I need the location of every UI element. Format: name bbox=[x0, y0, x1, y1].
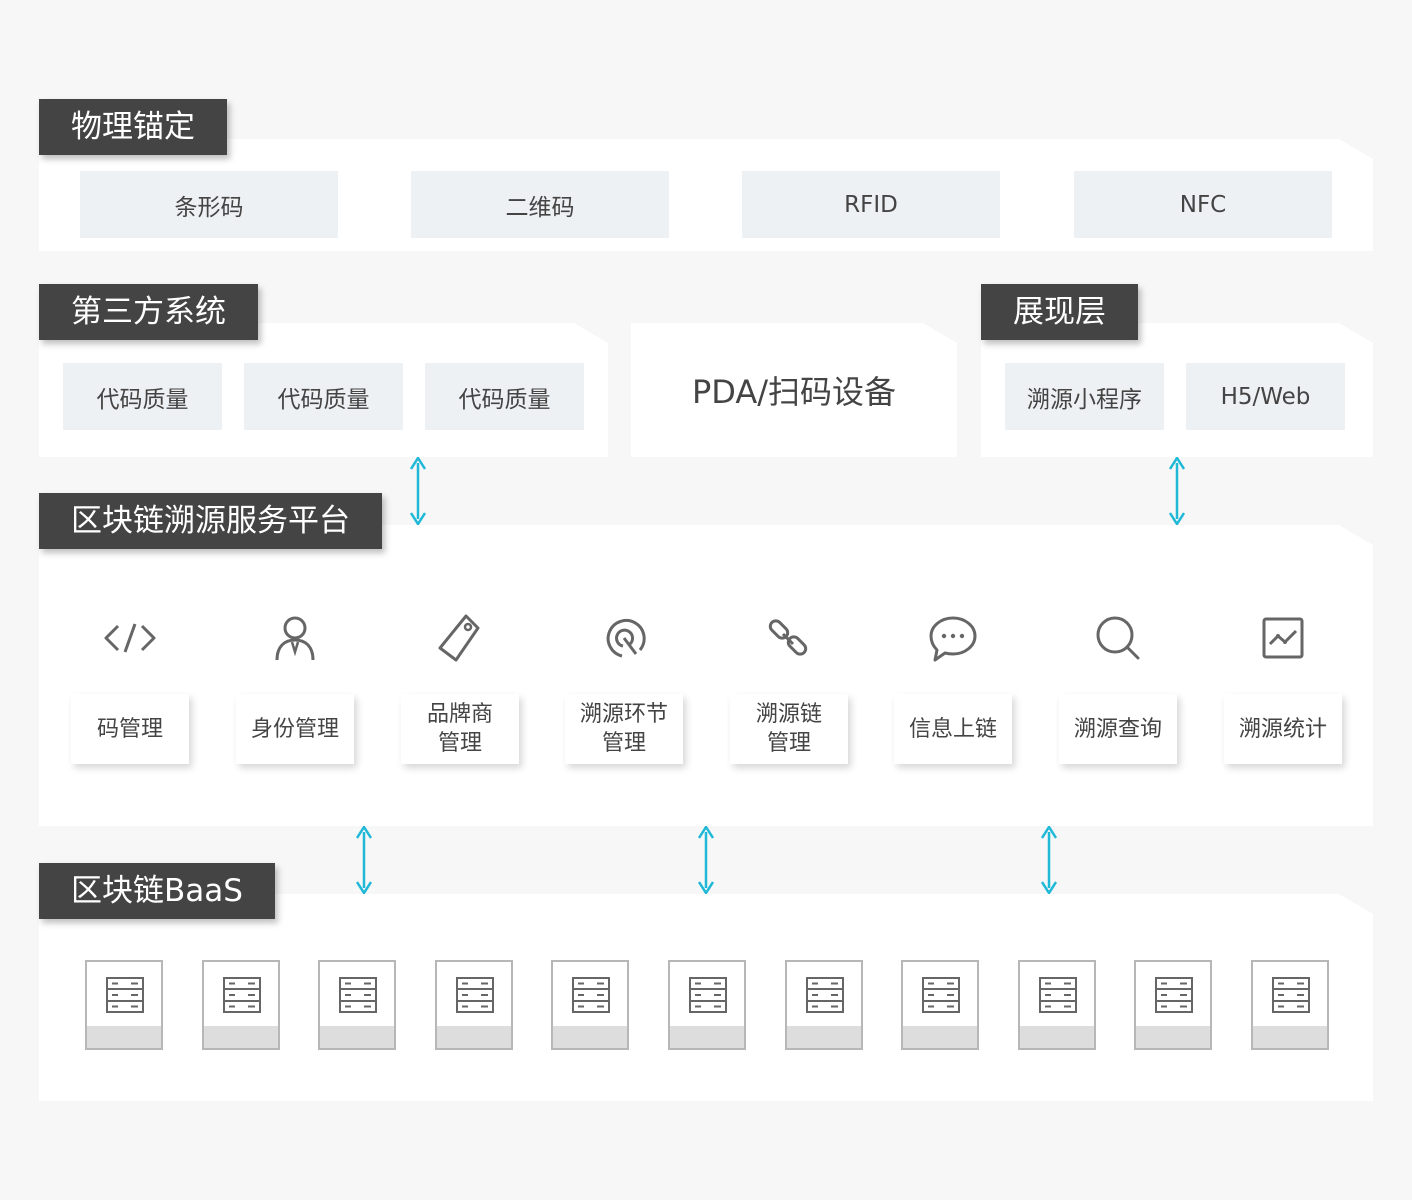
server-node-base bbox=[204, 1026, 278, 1048]
chip-third-party-2: 代码质量 bbox=[244, 363, 403, 430]
module-trace-chain-management: 溯源链 管理 bbox=[716, 578, 862, 798]
server-node-base bbox=[553, 1026, 627, 1048]
module-label: 溯源环节 管理 bbox=[565, 694, 683, 764]
server-node-base bbox=[1020, 1026, 1094, 1048]
chip-barcode: 条形码 bbox=[80, 171, 338, 238]
server-node-base bbox=[87, 1026, 161, 1048]
chip-third-party-3: 代码质量 bbox=[425, 363, 584, 430]
section-title-third-party: 第三方系统 bbox=[39, 284, 258, 340]
arrow-platform-baas-2 bbox=[698, 826, 714, 894]
server-node-base bbox=[787, 1026, 861, 1048]
server-icon bbox=[922, 977, 960, 1013]
server-icon bbox=[806, 977, 844, 1013]
section-title-platform: 区块链溯源服务平台 bbox=[39, 493, 382, 549]
module-trace-step-management: 溯源环节 管理 bbox=[551, 578, 697, 798]
module-identity-management: 身份管理 bbox=[222, 578, 368, 798]
device-label: PDA/扫码设备 bbox=[691, 373, 897, 411]
server-node-base bbox=[1136, 1026, 1210, 1048]
server-icon bbox=[223, 977, 261, 1013]
link-icon bbox=[768, 619, 808, 656]
server-node bbox=[1251, 960, 1329, 1050]
chart-icon bbox=[1262, 617, 1304, 659]
server-node-base bbox=[1253, 1026, 1327, 1048]
section-title-baas: 区块链BaaS bbox=[39, 863, 275, 919]
module-label: 品牌商 管理 bbox=[401, 694, 519, 764]
module-info-on-chain: 信息上链 bbox=[880, 578, 1026, 798]
server-icon bbox=[1272, 977, 1310, 1013]
chip-qrcode: 二维码 bbox=[411, 171, 669, 238]
server-node bbox=[551, 960, 629, 1050]
user-icon bbox=[275, 616, 315, 661]
chat-icon bbox=[929, 616, 977, 662]
module-brand-management: 品牌商 管理 bbox=[387, 578, 533, 798]
server-icon bbox=[339, 977, 377, 1013]
chip-h5-web: H5/Web bbox=[1186, 363, 1345, 430]
server-icon bbox=[689, 977, 727, 1013]
section-title-physical: 物理锚定 bbox=[39, 99, 227, 155]
server-node bbox=[668, 960, 746, 1050]
search-icon bbox=[1096, 616, 1140, 660]
server-node-base bbox=[437, 1026, 511, 1048]
module-label: 信息上链 bbox=[894, 694, 1012, 764]
server-node-base bbox=[670, 1026, 744, 1048]
server-node-base bbox=[903, 1026, 977, 1048]
module-trace-query: 溯源查询 bbox=[1045, 578, 1191, 798]
server-node-base bbox=[320, 1026, 394, 1048]
module-trace-statistics: 溯源统计 bbox=[1210, 578, 1356, 798]
arrow-presentation-platform bbox=[1169, 457, 1185, 525]
chip-mini-program: 溯源小程序 bbox=[1005, 363, 1164, 430]
module-label: 身份管理 bbox=[236, 694, 354, 764]
target-icon bbox=[606, 619, 646, 658]
server-node bbox=[1134, 960, 1212, 1050]
server-icon bbox=[1155, 977, 1193, 1013]
server-node bbox=[1018, 960, 1096, 1050]
server-node bbox=[202, 960, 280, 1050]
server-node bbox=[901, 960, 979, 1050]
module-code-management: 码管理 bbox=[57, 578, 203, 798]
chip-third-party-1: 代码质量 bbox=[63, 363, 222, 430]
server-icon bbox=[572, 977, 610, 1013]
section-title-presentation: 展现层 bbox=[981, 284, 1138, 340]
arrow-platform-baas-1 bbox=[356, 826, 372, 894]
code-icon bbox=[104, 623, 156, 653]
server-node bbox=[785, 960, 863, 1050]
server-icon bbox=[456, 977, 494, 1013]
module-label: 溯源统计 bbox=[1224, 694, 1342, 764]
module-label: 溯源链 管理 bbox=[730, 694, 848, 764]
server-node bbox=[435, 960, 513, 1050]
module-label: 码管理 bbox=[71, 694, 189, 764]
server-icon bbox=[106, 977, 144, 1013]
server-node bbox=[318, 960, 396, 1050]
arrow-platform-baas-3 bbox=[1041, 826, 1057, 894]
arrow-third-party-platform bbox=[410, 457, 426, 525]
server-node bbox=[85, 960, 163, 1050]
chip-nfc: NFC bbox=[1074, 171, 1332, 238]
chip-rfid: RFID bbox=[742, 171, 1000, 238]
server-icon bbox=[1039, 977, 1077, 1013]
module-label: 溯源查询 bbox=[1059, 694, 1177, 764]
tag-icon bbox=[438, 614, 480, 662]
